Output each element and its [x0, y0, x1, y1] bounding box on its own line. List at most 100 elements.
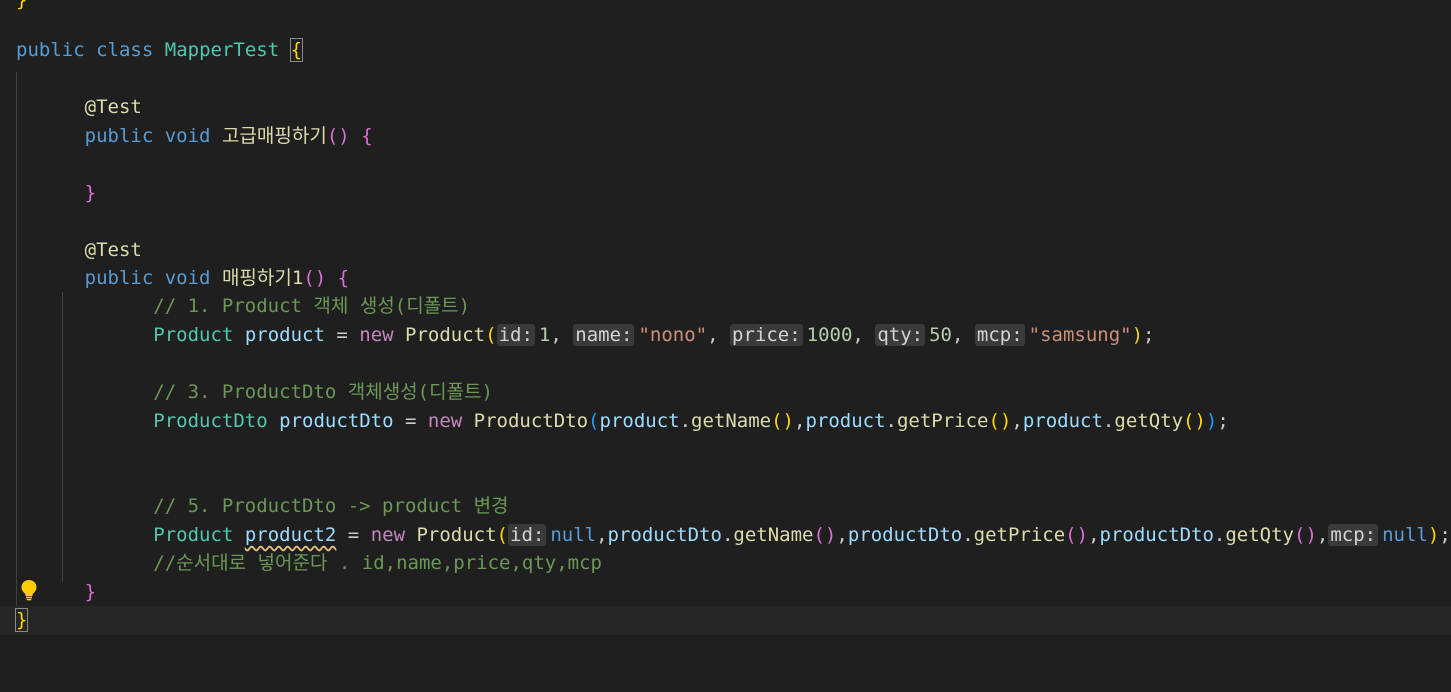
parens: () [1183, 410, 1206, 432]
method-call: getPrice [973, 524, 1066, 546]
code-line: @Test [0, 236, 1451, 265]
comment: // 3. ProductDto 객체생성(디폴트) [153, 381, 493, 403]
brace: { [289, 38, 304, 62]
code-line: Product product = new Product(id: 1, name… [0, 321, 1451, 350]
code-line: } [0, 0, 1451, 15]
comment: // 5. ProductDto -> product 변경 [153, 495, 509, 517]
brace: } [84, 581, 97, 603]
number: 50 [929, 324, 952, 346]
code-line: ProductDto productDto = new ProductDto(p… [153, 410, 1229, 432]
code-line: // 5. ProductDto -> product 변경 [0, 492, 1451, 521]
parens: () [1065, 524, 1089, 546]
parens: () [988, 410, 1012, 432]
paren: ) [1131, 324, 1144, 346]
code-line: // 1. Product 객체 생성(디폴트) [0, 292, 1451, 321]
annotation: @Test [84, 239, 142, 261]
method-call: getName [691, 410, 772, 432]
code-line: //순서대로 넣어준다 . id,name,price,qty,mcp [0, 549, 1451, 578]
keyword: public [84, 125, 154, 147]
variable: product [1022, 410, 1103, 432]
brace: } [14, 608, 29, 632]
code-line: @Test [0, 93, 1451, 122]
param-hint: id: [508, 524, 547, 546]
number: 1000 [806, 324, 853, 346]
class-name: MapperTest [164, 39, 280, 61]
keyword: new [427, 410, 463, 432]
method-name: 고급매핑하기 [221, 125, 327, 147]
code-line-current: } [0, 606, 1451, 635]
type-name: ProductDto [153, 410, 268, 432]
keyword: class [96, 39, 154, 61]
code-line: public class MapperTest { [0, 36, 1451, 65]
comma: , [1088, 524, 1100, 546]
brace: } [16, 0, 28, 11]
keyword: new [359, 324, 394, 346]
variable: productDto [1099, 524, 1214, 546]
param-hint: id: [496, 324, 535, 346]
string: "samsung" [1028, 324, 1132, 346]
paren: ) [1205, 410, 1218, 432]
code-line: Product product2 = new Product(id: null,p… [153, 524, 1451, 546]
comment: // 1. Product 객체 생성(디폴트) [153, 295, 471, 317]
number: 1 [538, 324, 551, 346]
comma: , [836, 524, 848, 546]
constructor: Product [405, 324, 486, 346]
operator: = [404, 410, 417, 432]
variable: productDto [279, 410, 394, 432]
comma: , [1011, 410, 1023, 432]
code-line: } [0, 179, 1451, 208]
method-name: 매핑하기1 [221, 267, 304, 289]
param-hint: price: [730, 324, 803, 346]
variable: product [599, 410, 680, 432]
annotation: @Test [84, 96, 142, 118]
semicolon: ; [1143, 324, 1155, 346]
type-name: Product [153, 324, 234, 346]
paren: ( [496, 524, 508, 546]
param-hint: mcp: [974, 324, 1025, 346]
parens: () [771, 410, 794, 432]
semicolon: ; [1439, 524, 1451, 546]
operator: = [336, 324, 348, 346]
brace: { [337, 267, 350, 289]
brace: } [84, 182, 97, 204]
paren: ( [485, 324, 497, 346]
constructor: Product [416, 524, 497, 546]
variable: product [244, 324, 325, 346]
keyword: public [16, 39, 85, 61]
keyword: void [164, 125, 211, 147]
comma: , [596, 524, 608, 546]
method-call: getQty [1114, 410, 1184, 432]
parens: () [1294, 524, 1317, 546]
param-hint: mcp: [1328, 524, 1379, 546]
code-line: public void 고급매핑하기() { [0, 122, 1451, 151]
keyword: new [370, 524, 406, 546]
string: "nono" [638, 324, 708, 346]
constructor: ProductDto [473, 410, 589, 432]
comma: , [550, 324, 562, 346]
null-literal: null [550, 524, 597, 546]
keyword: public [84, 267, 154, 289]
semicolon: ; [1217, 410, 1229, 432]
code-editor[interactable]: } public class MapperTest { @Test public… [0, 0, 1451, 638]
keyword: void [164, 267, 211, 289]
variable: product [805, 410, 886, 432]
comma: , [852, 324, 864, 346]
variable: productDto [607, 524, 722, 546]
parens: () [326, 125, 350, 147]
parens: () [303, 267, 327, 289]
comma: , [794, 410, 806, 432]
null-literal: null [1382, 524, 1428, 546]
variable: productDto [847, 524, 963, 546]
variable-warning[interactable]: product2 [245, 524, 337, 546]
comma: , [951, 324, 964, 346]
method-call: getName [733, 524, 814, 546]
paren: ) [1427, 524, 1440, 546]
lightbulb-icon[interactable] [20, 579, 38, 601]
code-line: } [0, 578, 1451, 607]
paren: ( [588, 410, 600, 432]
type-name: Product [153, 524, 234, 546]
comma: , [707, 324, 719, 346]
param-hint: name: [573, 324, 635, 346]
operator: = [347, 524, 360, 546]
parens: () [813, 524, 837, 546]
